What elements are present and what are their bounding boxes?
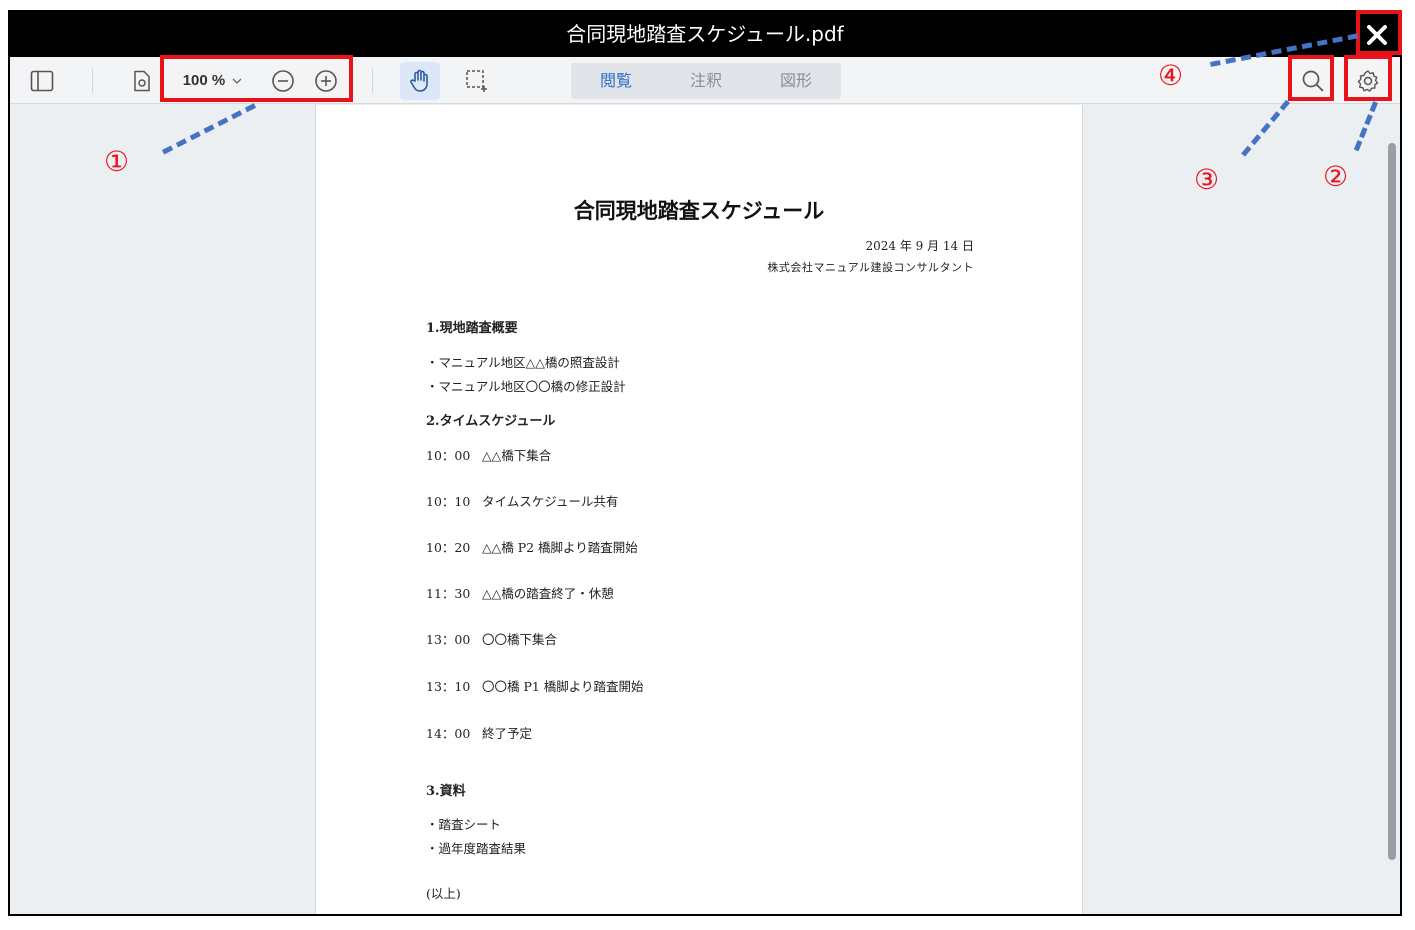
schedule-time: 10：20 <box>426 540 471 555</box>
schedule-time: 11：30 <box>426 586 471 601</box>
list-item: ・マニュアル地区△△橋の照査設計 <box>426 355 620 370</box>
marker-1: ① <box>104 145 130 178</box>
document-settings-icon <box>134 70 150 91</box>
pan-tool-icon-wrap <box>407 57 433 104</box>
schedule-text: △△橋 P2 橋脚より踏査開始 <box>482 540 638 555</box>
schedule-time: 13：00 <box>426 632 471 647</box>
marker-3: ③ <box>1194 163 1220 196</box>
schedule-row: 10：10 タイムスケジュール共有 <box>426 491 618 510</box>
schedule-text: △△橋の踏査終了・休憩 <box>482 586 614 601</box>
tab-annotate[interactable]: 注釈 <box>661 63 751 99</box>
list-item: ・マニュアル地区〇〇橋の修正設計 <box>426 379 626 394</box>
schedule-time: 10：00 <box>426 448 471 463</box>
marquee-select-icon <box>466 69 487 92</box>
document-title: 合同現地踏査スケジュール <box>573 198 825 223</box>
document-date: 2024 年 9 月 14 日 <box>865 239 974 253</box>
document-company: 株式会社マニュアル建設コンサルタント <box>767 261 974 274</box>
sidebar-panel-icon <box>30 70 54 91</box>
toolbar-divider <box>372 69 373 93</box>
schedule-time: 13：10 <box>426 679 471 694</box>
end-note: (以上) <box>426 886 461 901</box>
sidebar-toggle-button[interactable] <box>26 57 58 104</box>
schedule-text: 終了予定 <box>482 726 533 741</box>
schedule-text: 〇〇橋下集合 <box>482 632 558 647</box>
window-title: 合同現地踏査スケジュール.pdf <box>566 22 844 46</box>
schedule-time: 10：10 <box>426 494 471 509</box>
toolbar-divider <box>92 69 93 93</box>
tab-shapes[interactable]: 図形 <box>751 63 841 99</box>
area-select-button[interactable] <box>464 57 490 104</box>
schedule-text: △△橋下集合 <box>482 448 552 463</box>
pdf-page: 合同現地踏査スケジュール 2024 年 9 月 14 日 株式会社マニュアル建設… <box>315 105 1083 914</box>
section-heading: 2.タイムスケジュール <box>426 414 556 429</box>
list-item: ・踏査シート <box>426 817 502 832</box>
schedule-time: 14：00 <box>426 726 471 741</box>
schedule-row: 13：00 〇〇橋下集合 <box>426 629 557 648</box>
marker-4: ④ <box>1158 59 1184 92</box>
tab-view[interactable]: 閲覧 <box>571 63 661 99</box>
highlight-box-close <box>1356 10 1402 55</box>
vertical-scrollbar[interactable] <box>1388 143 1396 860</box>
highlight-box-zoom <box>160 55 353 102</box>
schedule-text: 〇〇橋 P1 橋脚より踏査開始 <box>482 679 644 694</box>
schedule-row: 11：30 △△橋の踏査終了・休憩 <box>426 583 614 602</box>
schedule-row: 13：10 〇〇橋 P1 橋脚より踏査開始 <box>426 676 644 695</box>
schedule-row: 14：00 終了予定 <box>426 723 532 742</box>
highlight-box-search <box>1288 55 1334 101</box>
section-heading: 1.現地踏査概要 <box>426 321 518 336</box>
page-settings-button[interactable] <box>128 57 156 104</box>
document-area[interactable]: 合同現地踏査スケジュール 2024 年 9 月 14 日 株式会社マニュアル建設… <box>10 105 1400 914</box>
mode-tabs: 閲覧 注釈 図形 <box>571 63 841 99</box>
schedule-row: 10：00 △△橋下集合 <box>426 445 551 464</box>
marker-2: ② <box>1323 160 1349 193</box>
pdf-viewer-window: 合同現地踏査スケジュール.pdf 100 % 閲覧 注釈 図形 合同現地踏査スケ… <box>8 10 1402 916</box>
schedule-row: 10：20 △△橋 P2 橋脚より踏査開始 <box>426 537 638 556</box>
title-bar: 合同現地踏査スケジュール.pdf <box>10 12 1400 57</box>
list-item: ・過年度踏査結果 <box>426 841 527 856</box>
section-heading: 3.資料 <box>426 784 466 799</box>
schedule-text: タイムスケジュール共有 <box>482 494 619 509</box>
hand-icon <box>410 69 428 92</box>
highlight-box-settings <box>1344 55 1392 101</box>
